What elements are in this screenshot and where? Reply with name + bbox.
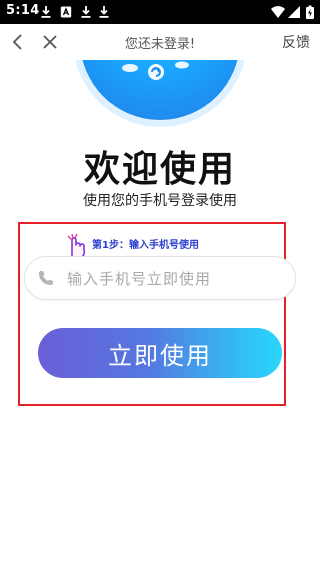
welcome-subtitle: 使用您的手机号登录使用 xyxy=(83,193,237,209)
cloud-logo-icon xyxy=(122,61,189,80)
feedback-button[interactable]: 反馈 xyxy=(282,32,310,52)
nav-bar: 您还未登录! 反馈 xyxy=(0,24,320,60)
hero-illustration xyxy=(0,60,320,130)
download-icon xyxy=(81,6,91,18)
phone-icon xyxy=(39,271,53,285)
back-arrow-icon[interactable] xyxy=(8,32,28,52)
text-notification-icon xyxy=(60,6,72,18)
close-icon[interactable] xyxy=(40,32,60,52)
system-status-icons xyxy=(271,5,314,19)
status-bar: 5:14 xyxy=(0,0,320,24)
page-title: 您还未登录! xyxy=(124,37,196,52)
download-icon xyxy=(41,6,51,18)
wifi-icon xyxy=(271,6,285,18)
battery-charging-icon xyxy=(306,5,314,19)
step-hint: 第1步：输入手机号使用 xyxy=(92,240,199,251)
signal-icon xyxy=(288,6,300,18)
use-now-button[interactable]: 立即使用 xyxy=(38,328,282,378)
phone-input[interactable] xyxy=(65,263,289,295)
download-icon xyxy=(99,6,109,18)
phone-field[interactable] xyxy=(24,256,296,300)
welcome-title: 欢迎使用 xyxy=(83,149,236,190)
status-time: 5:14 xyxy=(6,3,40,18)
